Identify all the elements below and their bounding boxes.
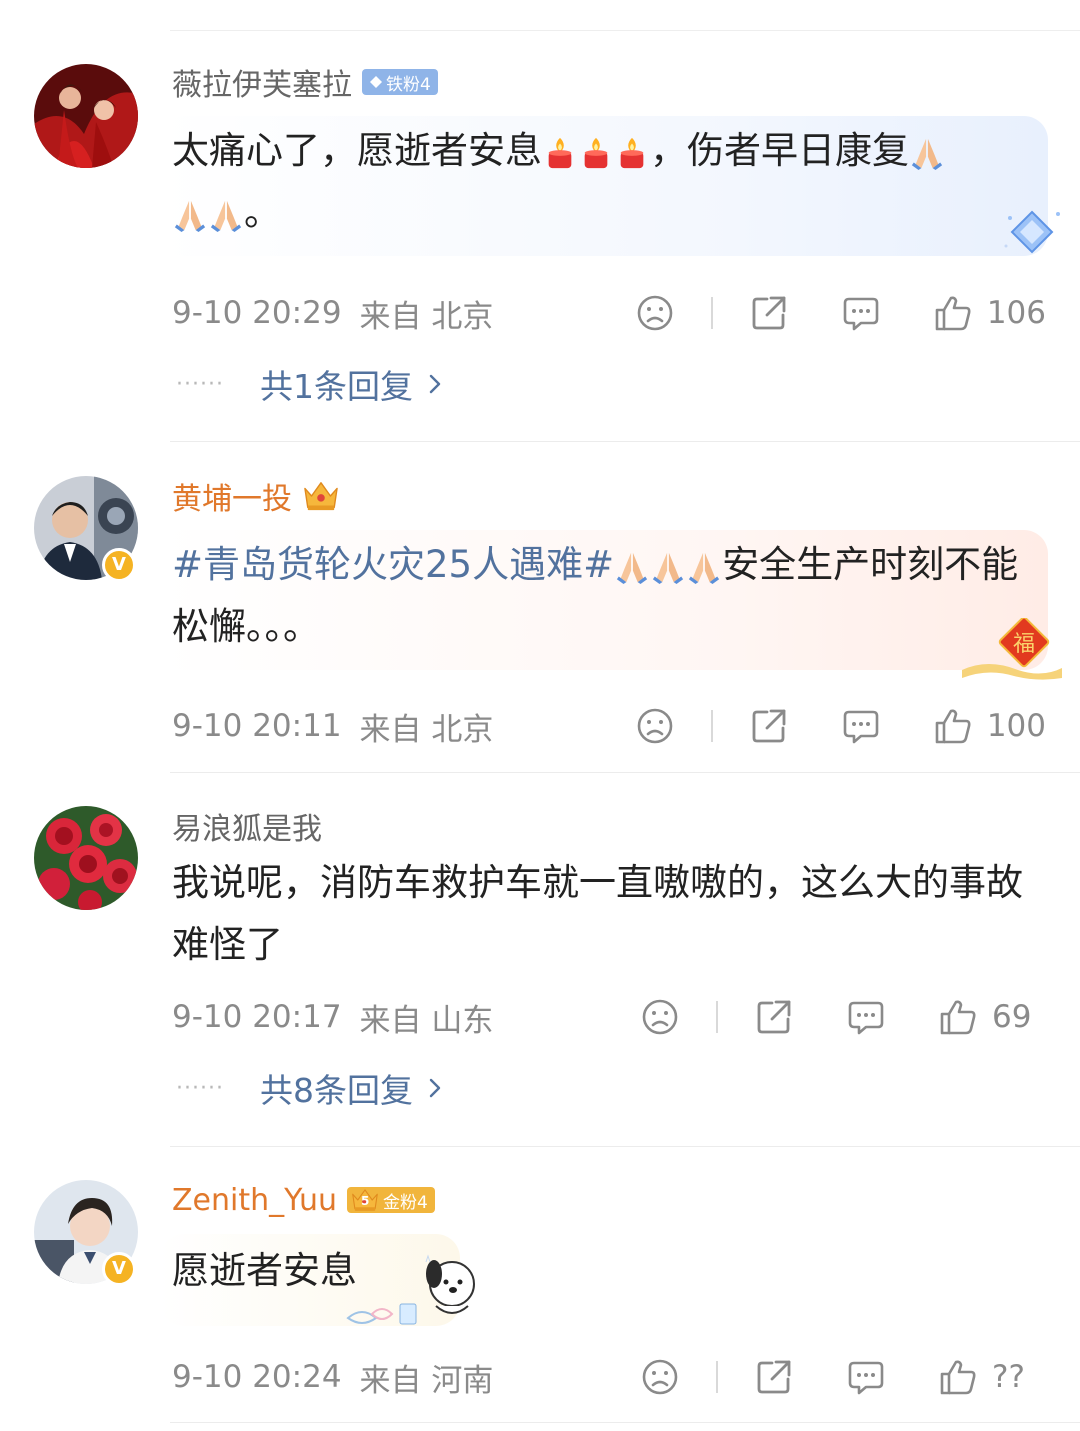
comment-meta: 9-10 20:11 来自 北京 100 <box>172 706 1046 748</box>
comment-meta: 9-10 20:17 来自 山东 69 <box>172 997 1046 1039</box>
pray-icon <box>173 198 207 232</box>
comment-text: #青岛货轮火灾25人遇难# 安全生产时刻不能松懈。。。 <box>172 534 1042 658</box>
fan-badge[interactable]: 铁粉4 <box>362 69 438 95</box>
verified-badge: V <box>102 548 136 582</box>
comment-text-part: ，伤者早日康复 <box>650 129 909 172</box>
fan-badge-label: 金粉4 <box>383 1192 428 1213</box>
comment-text: 我说呢，消防车救护车就一直嗷嗷的，这么大的事故难怪了 <box>172 852 1042 976</box>
action-bar: 69 <box>640 997 1046 1037</box>
replies-link[interactable]: 共8条回复 <box>260 1064 443 1112</box>
frown-icon[interactable] <box>635 293 675 333</box>
comment-icon[interactable] <box>841 706 881 746</box>
comment-header: 薇拉伊芙塞拉 铁粉4 <box>172 60 438 104</box>
location: 来自 北京 <box>359 298 494 335</box>
crown-icon: 5 <box>350 1187 380 1213</box>
view-replies[interactable]: ······ 共1条回复 <box>176 364 443 406</box>
thumbs-up-icon[interactable] <box>933 293 973 333</box>
like-count: 106 <box>986 295 1046 331</box>
avatar[interactable] <box>34 64 138 168</box>
thumbs-up-icon[interactable] <box>938 997 978 1037</box>
action-bar: 100 <box>635 706 1046 746</box>
timestamp: 9-10 20:17 <box>172 999 342 1035</box>
avatar[interactable] <box>34 806 138 910</box>
pray-icon <box>651 550 685 584</box>
separator <box>710 710 713 742</box>
username[interactable]: 黄埔一投 <box>172 474 292 518</box>
thumbs-up-icon[interactable] <box>938 1357 978 1397</box>
chevron-right-icon <box>427 1075 443 1101</box>
comment-text: 愿逝者安息 <box>172 1240 1042 1302</box>
comment-divider <box>170 1422 1080 1423</box>
crown-level: 5 <box>361 1194 370 1208</box>
view-replies[interactable]: ······ 共8条回复 <box>176 1068 443 1110</box>
candle-icon <box>579 136 613 170</box>
fan-badge[interactable]: 5 金粉4 <box>347 1187 435 1213</box>
timestamp: 9-10 20:29 <box>172 295 342 331</box>
comment-divider <box>170 1146 1080 1147</box>
like-count: ?? <box>992 1359 1025 1395</box>
separator <box>716 1361 718 1393</box>
pray-icon <box>910 136 944 170</box>
diamond-icon <box>370 76 382 88</box>
frown-icon[interactable] <box>640 1357 680 1397</box>
separator <box>710 297 713 329</box>
username[interactable]: Zenith_Yuu <box>172 1183 337 1218</box>
comment-header: Zenith_Yuu 5 金粉4 <box>172 1180 435 1220</box>
location: 来自 河南 <box>359 1362 494 1399</box>
comment-text-part: 我说呢，消防车救护车就一直嗷嗷的，这么大的事故难怪了 <box>172 861 1023 966</box>
pray-icon <box>209 198 243 232</box>
replies-count: 共1条回复 <box>260 367 413 406</box>
frown-icon[interactable] <box>640 997 680 1037</box>
fan-badge-label: 铁粉4 <box>386 74 431 95</box>
username[interactable]: 易浪狐是我 <box>172 804 322 848</box>
timestamp: 9-10 20:11 <box>172 708 342 744</box>
comment-header: 黄埔一投 <box>172 474 340 518</box>
candle-icon <box>543 136 577 170</box>
username[interactable]: 薇拉伊芙塞拉 <box>172 60 352 104</box>
timestamp: 9-10 20:24 <box>172 1359 342 1395</box>
comment-icon[interactable] <box>846 997 886 1037</box>
comment-icon[interactable] <box>841 293 881 333</box>
verified-badge: V <box>102 1252 136 1286</box>
top-divider <box>170 30 1080 31</box>
comment-meta: 9-10 20:24 来自 河南 ?? <box>172 1357 1046 1399</box>
comment-text-part: 。 <box>244 191 281 234</box>
frown-icon[interactable] <box>635 706 675 746</box>
reply-dots: ······ <box>176 371 224 397</box>
comment-meta: 9-10 20:29 来自 北京 106 <box>172 293 1046 335</box>
comment-header: 易浪狐是我 <box>172 804 322 848</box>
location: 来自 北京 <box>359 711 494 748</box>
share-icon[interactable] <box>749 706 789 746</box>
replies-link[interactable]: 共1条回复 <box>260 360 443 408</box>
comment-text: 太痛心了，愿逝者安息 ，伤者早日康复。 <box>172 120 1042 244</box>
share-icon[interactable] <box>754 1357 794 1397</box>
reply-dots: ······ <box>176 1075 224 1101</box>
like-count: 69 <box>992 999 1032 1035</box>
comment-icon[interactable] <box>846 1357 886 1397</box>
pray-icon <box>615 550 649 584</box>
thumbs-up-icon[interactable] <box>933 706 973 746</box>
share-icon[interactable] <box>754 997 794 1037</box>
comment-text-part: 愿逝者安息 <box>172 1249 357 1292</box>
pray-icon <box>687 550 721 584</box>
comment-divider <box>170 772 1080 773</box>
comment-divider <box>170 441 1080 442</box>
comment-text-part: 太痛心了，愿逝者安息 <box>172 129 542 172</box>
action-bar: 106 <box>635 293 1046 333</box>
action-bar: ?? <box>640 1357 1046 1397</box>
share-icon[interactable] <box>749 293 789 333</box>
replies-count: 共8条回复 <box>260 1071 413 1110</box>
chevron-right-icon <box>427 371 443 397</box>
crown-icon[interactable] <box>302 479 340 513</box>
hashtag-link[interactable]: #青岛货轮火灾25人遇难# <box>172 543 614 586</box>
location: 来自 山东 <box>359 1002 494 1039</box>
like-count: 100 <box>986 708 1046 744</box>
candle-icon <box>615 136 649 170</box>
separator <box>716 1001 718 1033</box>
